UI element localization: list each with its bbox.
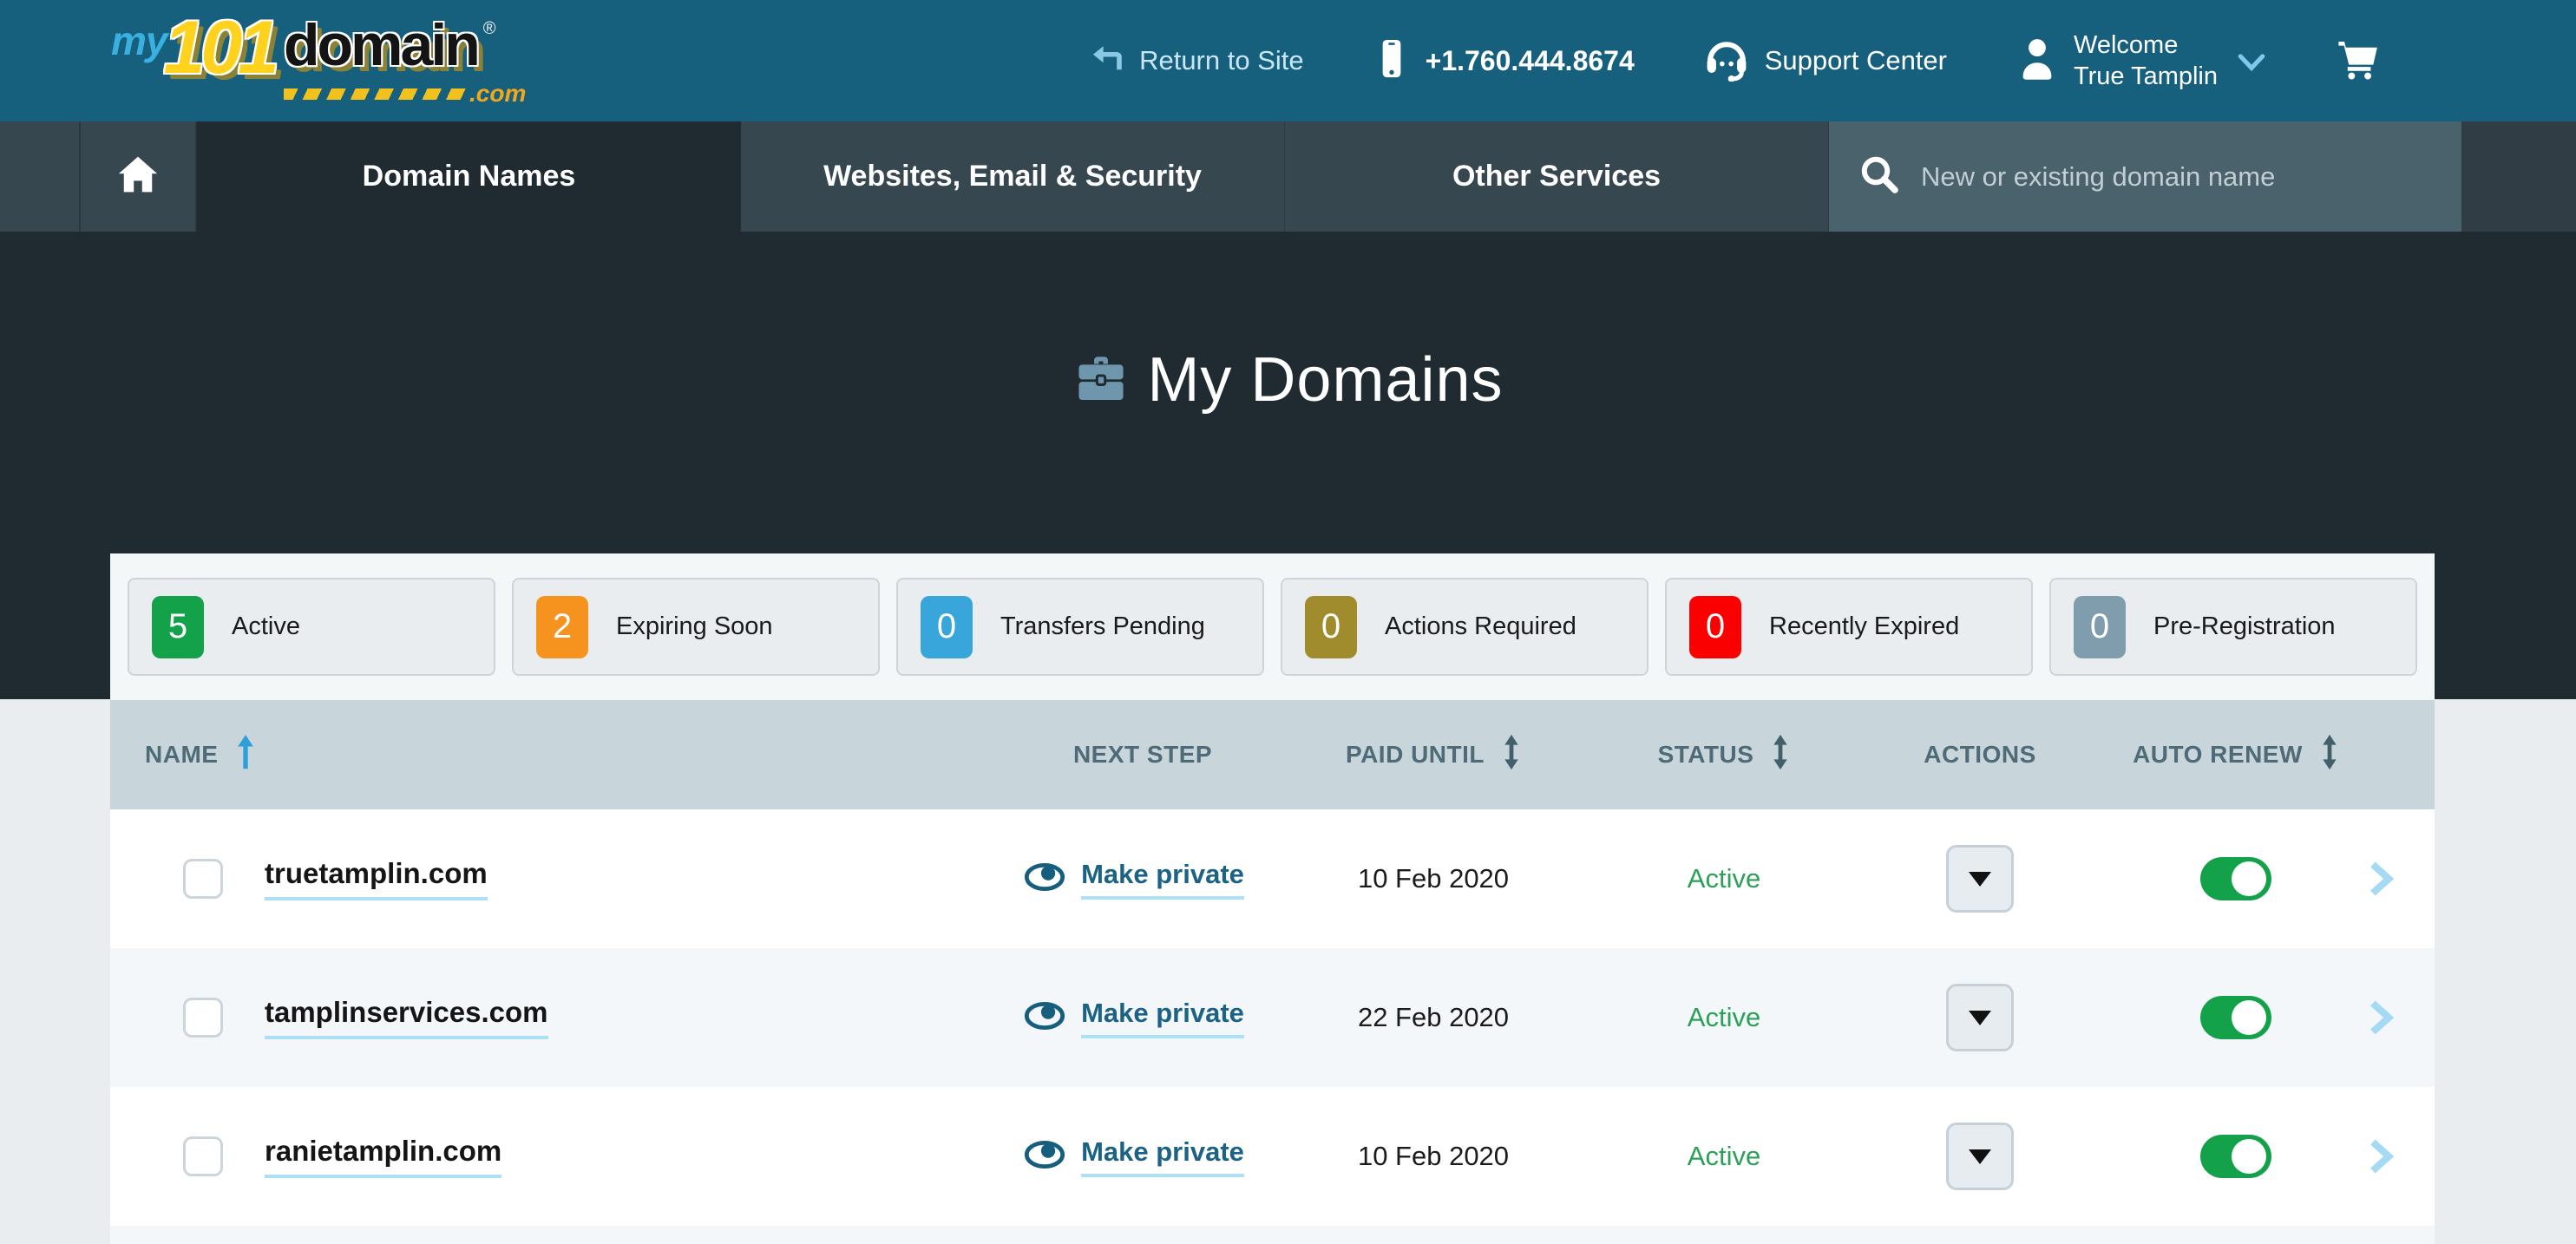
table-row: ranietamplin.com Make private 10 Feb 202… bbox=[110, 1087, 2435, 1226]
sort-both-icon bbox=[2320, 732, 2339, 778]
phone-contact[interactable]: +1.760.444.8674 bbox=[1372, 36, 1635, 86]
make-private-link[interactable]: Make private bbox=[1081, 859, 1244, 900]
tab-domain-names[interactable]: Domain Names bbox=[197, 121, 741, 232]
account-menu[interactable]: Welcome True Tamplin bbox=[2015, 29, 2266, 93]
auto-renew-toggle[interactable] bbox=[2200, 857, 2271, 900]
expired-count-badge: 0 bbox=[1689, 596, 1741, 658]
page-title: My Domains bbox=[1147, 344, 1503, 416]
tile-transfers-pending[interactable]: 0 Transfers Pending bbox=[896, 578, 1264, 676]
my101domain-logo[interactable]: my 101 domain ® .com bbox=[111, 14, 526, 108]
summary-tiles: 5 Active 2 Expiring Soon 0 Transfers Pen… bbox=[110, 553, 2435, 700]
caret-down-icon bbox=[1969, 872, 1991, 887]
sort-by-status[interactable]: STATUS bbox=[1594, 732, 1854, 778]
tile-pre-registration[interactable]: 0 Pre-Registration bbox=[2049, 578, 2417, 676]
make-private-link[interactable]: Make private bbox=[1081, 1136, 1244, 1177]
domain-link[interactable]: truetamplin.com bbox=[265, 857, 488, 900]
status-value: Active bbox=[1594, 863, 1854, 894]
domain-link[interactable]: tamplinservices.com bbox=[265, 996, 548, 1039]
auto-renew-toggle[interactable] bbox=[2200, 996, 2271, 1039]
sort-by-auto-renew[interactable]: AUTO RENEW bbox=[2106, 732, 2366, 778]
phone-number: +1.760.444.8674 bbox=[1426, 45, 1635, 77]
chevron-down-icon bbox=[2237, 53, 2266, 76]
tile-active[interactable]: 5 Active bbox=[128, 578, 495, 676]
tile-recently-expired[interactable]: 0 Recently Expired bbox=[1665, 578, 2033, 676]
row-checkbox[interactable] bbox=[183, 998, 223, 1038]
table-row bbox=[110, 1226, 2435, 1244]
username-text: True Tamplin bbox=[2074, 62, 2218, 90]
table-header: NAME NEXT STEP PAID UNTIL STATUS ACTIONS… bbox=[110, 700, 2435, 809]
make-private-link[interactable]: Make private bbox=[1081, 998, 1244, 1038]
logo-stripes bbox=[284, 88, 466, 100]
headset-icon bbox=[1702, 36, 1751, 86]
header-next-step: NEXT STEP bbox=[926, 741, 1273, 769]
row-expand-chevron[interactable] bbox=[2366, 1137, 2435, 1175]
domain-link[interactable]: ranietamplin.com bbox=[265, 1135, 501, 1178]
tab-websites-email-security[interactable]: Websites, Email & Security bbox=[741, 121, 1285, 232]
tile-expiring-soon[interactable]: 2 Expiring Soon bbox=[512, 578, 880, 676]
cart-icon bbox=[2334, 37, 2381, 85]
expiring-count-badge: 2 bbox=[536, 596, 588, 658]
sort-by-paid-until[interactable]: PAID UNTIL bbox=[1273, 732, 1594, 778]
caret-down-icon bbox=[1969, 1149, 1991, 1164]
tile-actions-required[interactable]: 0 Actions Required bbox=[1281, 578, 1649, 676]
cart-button[interactable] bbox=[2334, 37, 2381, 85]
eye-icon bbox=[1024, 1001, 1065, 1035]
user-icon bbox=[2015, 35, 2060, 88]
search-input[interactable] bbox=[1921, 161, 2432, 193]
tab-other-services[interactable]: Other Services bbox=[1285, 121, 1829, 232]
logo-domain-text: domain bbox=[284, 19, 478, 71]
domain-search-box[interactable] bbox=[1829, 121, 2461, 232]
return-arrow-icon bbox=[1089, 41, 1125, 82]
paid-until-value: 10 Feb 2020 bbox=[1273, 863, 1594, 894]
briefcase-icon bbox=[1072, 350, 1130, 411]
sort-by-name[interactable]: NAME bbox=[110, 732, 926, 778]
logo-101-text: 101 bbox=[163, 14, 275, 82]
sort-both-icon bbox=[1771, 732, 1790, 778]
row-expand-chevron[interactable] bbox=[2366, 998, 2435, 1037]
header-actions: ACTIONS bbox=[1854, 741, 2106, 769]
row-checkbox[interactable] bbox=[183, 859, 223, 899]
top-bar: my 101 domain ® .com Return to Site +1.7… bbox=[0, 0, 2576, 121]
domains-card: 5 Active 2 Expiring Soon 0 Transfers Pen… bbox=[110, 553, 2435, 1244]
search-icon bbox=[1858, 154, 1900, 200]
home-icon bbox=[115, 152, 161, 201]
return-to-site-label: Return to Site bbox=[1139, 45, 1304, 76]
row-expand-chevron[interactable] bbox=[2366, 860, 2435, 898]
return-to-site-link[interactable]: Return to Site bbox=[1089, 41, 1304, 82]
sort-asc-icon bbox=[235, 732, 256, 778]
logo-my-text: my bbox=[111, 17, 167, 64]
active-count-badge: 5 bbox=[152, 596, 204, 658]
caret-down-icon bbox=[1969, 1011, 1991, 1025]
mobile-phone-icon bbox=[1372, 36, 1412, 86]
table-row: truetamplin.com Make private 10 Feb 2020… bbox=[110, 809, 2435, 948]
paid-until-value: 22 Feb 2020 bbox=[1273, 1002, 1594, 1033]
actions-dropdown[interactable] bbox=[1946, 1123, 2014, 1190]
support-center-label: Support Center bbox=[1765, 45, 1947, 76]
registered-mark: ® bbox=[483, 19, 496, 39]
logo-tld-text: .com bbox=[469, 80, 526, 108]
row-checkbox[interactable] bbox=[183, 1136, 223, 1176]
actions-count-badge: 0 bbox=[1305, 596, 1357, 658]
actions-dropdown[interactable] bbox=[1946, 845, 2014, 913]
prereg-count-badge: 0 bbox=[2074, 596, 2126, 658]
paid-until-value: 10 Feb 2020 bbox=[1273, 1141, 1594, 1172]
transfers-count-badge: 0 bbox=[921, 596, 973, 658]
main-nav: Domain Names Websites, Email & Security … bbox=[0, 121, 2576, 232]
status-value: Active bbox=[1594, 1002, 1854, 1033]
auto-renew-toggle[interactable] bbox=[2200, 1135, 2271, 1178]
eye-icon bbox=[1024, 862, 1065, 896]
actions-dropdown[interactable] bbox=[1946, 984, 2014, 1051]
support-center-link[interactable]: Support Center bbox=[1702, 36, 1947, 86]
status-value: Active bbox=[1594, 1141, 1854, 1172]
eye-icon bbox=[1024, 1140, 1065, 1174]
welcome-text: Welcome bbox=[2074, 31, 2178, 59]
table-row: tamplinservices.com Make private 22 Feb … bbox=[110, 948, 2435, 1087]
home-button[interactable] bbox=[79, 121, 197, 232]
sort-both-icon bbox=[1502, 732, 1521, 778]
